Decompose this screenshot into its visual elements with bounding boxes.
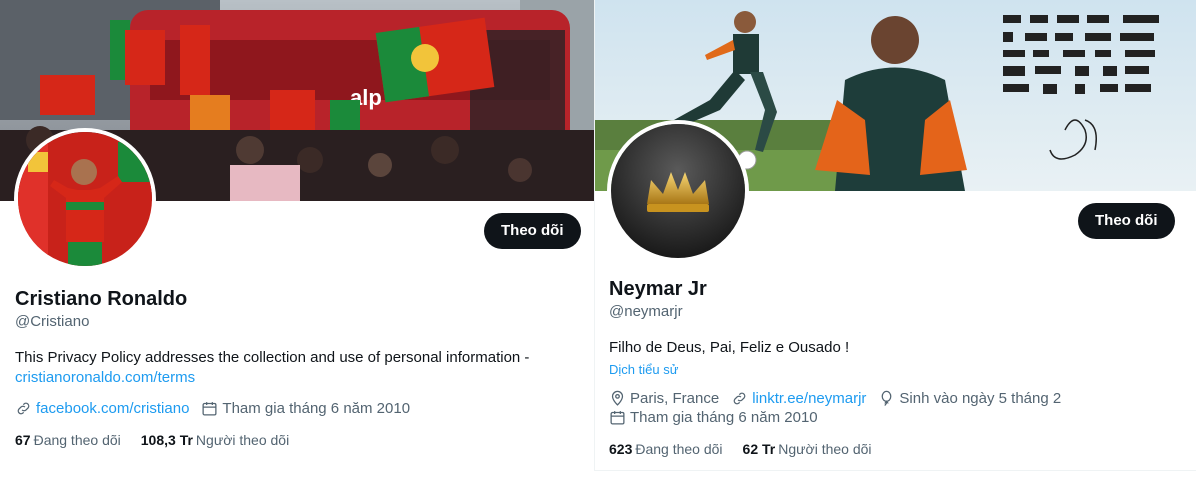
followers-stat[interactable]: 108,3 Tr Người theo dõi (141, 432, 289, 448)
follow-button[interactable]: Theo dõi (484, 213, 581, 249)
link-icon (733, 392, 746, 405)
follow-stats: 67 Đang theo dõi 108,3 Tr Người theo dõi (15, 432, 309, 448)
followers-label: Người theo dõi (778, 441, 872, 457)
username-handle: @neymarjr (609, 303, 683, 320)
website-item[interactable]: linktr.ee/neymarjr (731, 390, 866, 407)
birthday-item: Sinh vào ngày 5 tháng 2 (878, 390, 1061, 407)
profile-meta: Paris, France linktr.ee/neymarjr Sinh và… (609, 390, 1073, 407)
balloon-icon (882, 390, 892, 406)
following-count: 623 (609, 441, 633, 457)
follow-button[interactable]: Theo dõi (1078, 203, 1175, 239)
bio-text: This Privacy Policy addresses the collec… (15, 349, 530, 366)
joined-item: Tham gia tháng 6 năm 2010 (609, 409, 818, 426)
profile-meta: facebook.com/cristiano Tham gia tháng 6 … (15, 400, 422, 417)
birthday-text: Sinh vào ngày 5 tháng 2 (899, 390, 1062, 407)
follow-stats: 623 Đang theo dõi 62 Tr Người theo dõi (609, 441, 892, 457)
profile-avatar[interactable] (607, 120, 749, 262)
website-item[interactable]: facebook.com/cristiano (15, 400, 189, 417)
translate-bio-link[interactable]: Dịch tiểu sử (609, 362, 678, 377)
website-link[interactable]: facebook.com/cristiano (36, 400, 189, 417)
location-text: Paris, France (630, 390, 720, 407)
link-icon (17, 402, 30, 415)
followers-label: Người theo dõi (195, 432, 290, 448)
following-stat[interactable]: 67 Đang theo dõi (15, 432, 121, 448)
profile-card-ronaldo: alp Theo dõi Cristiano Ronaldo @Cristian… (0, 0, 594, 480)
following-count: 67 (15, 432, 31, 448)
profile-meta-joined: Tham gia tháng 6 năm 2010 (609, 409, 830, 426)
profile-avatar[interactable] (14, 128, 156, 270)
following-label: Đang theo dõi (635, 441, 723, 457)
followers-count: 108,3 Tr (140, 432, 193, 448)
calendar-icon (202, 402, 217, 416)
followers-count: 62 Tr (742, 441, 776, 457)
location-icon (611, 390, 624, 406)
joined-item: Tham gia tháng 6 năm 2010 (201, 400, 410, 417)
location-item: Paris, France (609, 390, 719, 407)
followers-stat[interactable]: 62 Tr Người theo dõi (743, 441, 872, 457)
website-link[interactable]: linktr.ee/neymarjr (752, 390, 866, 407)
display-name: Cristiano Ronaldo (15, 288, 188, 310)
calendar-icon (610, 411, 625, 425)
profile-bio: Filho de Deus, Pai, Feliz e Ousado ! (609, 339, 850, 356)
profile-bio: This Privacy Policy addresses the collec… (15, 348, 575, 388)
username-handle: @Cristiano (15, 313, 90, 330)
following-stat[interactable]: 623 Đang theo dõi (609, 441, 723, 457)
profile-card-neymar: Theo dõi Neymar Jr @neymarjr Filho de De… (594, 0, 1196, 471)
following-label: Đang theo dõi (33, 432, 121, 448)
bio-link[interactable]: cristianoronaldo.com/terms (15, 369, 195, 386)
joined-date: Tham gia tháng 6 năm 2010 (630, 409, 818, 426)
display-name: Neymar Jr (609, 278, 707, 300)
joined-date: Tham gia tháng 6 năm 2010 (222, 400, 411, 417)
